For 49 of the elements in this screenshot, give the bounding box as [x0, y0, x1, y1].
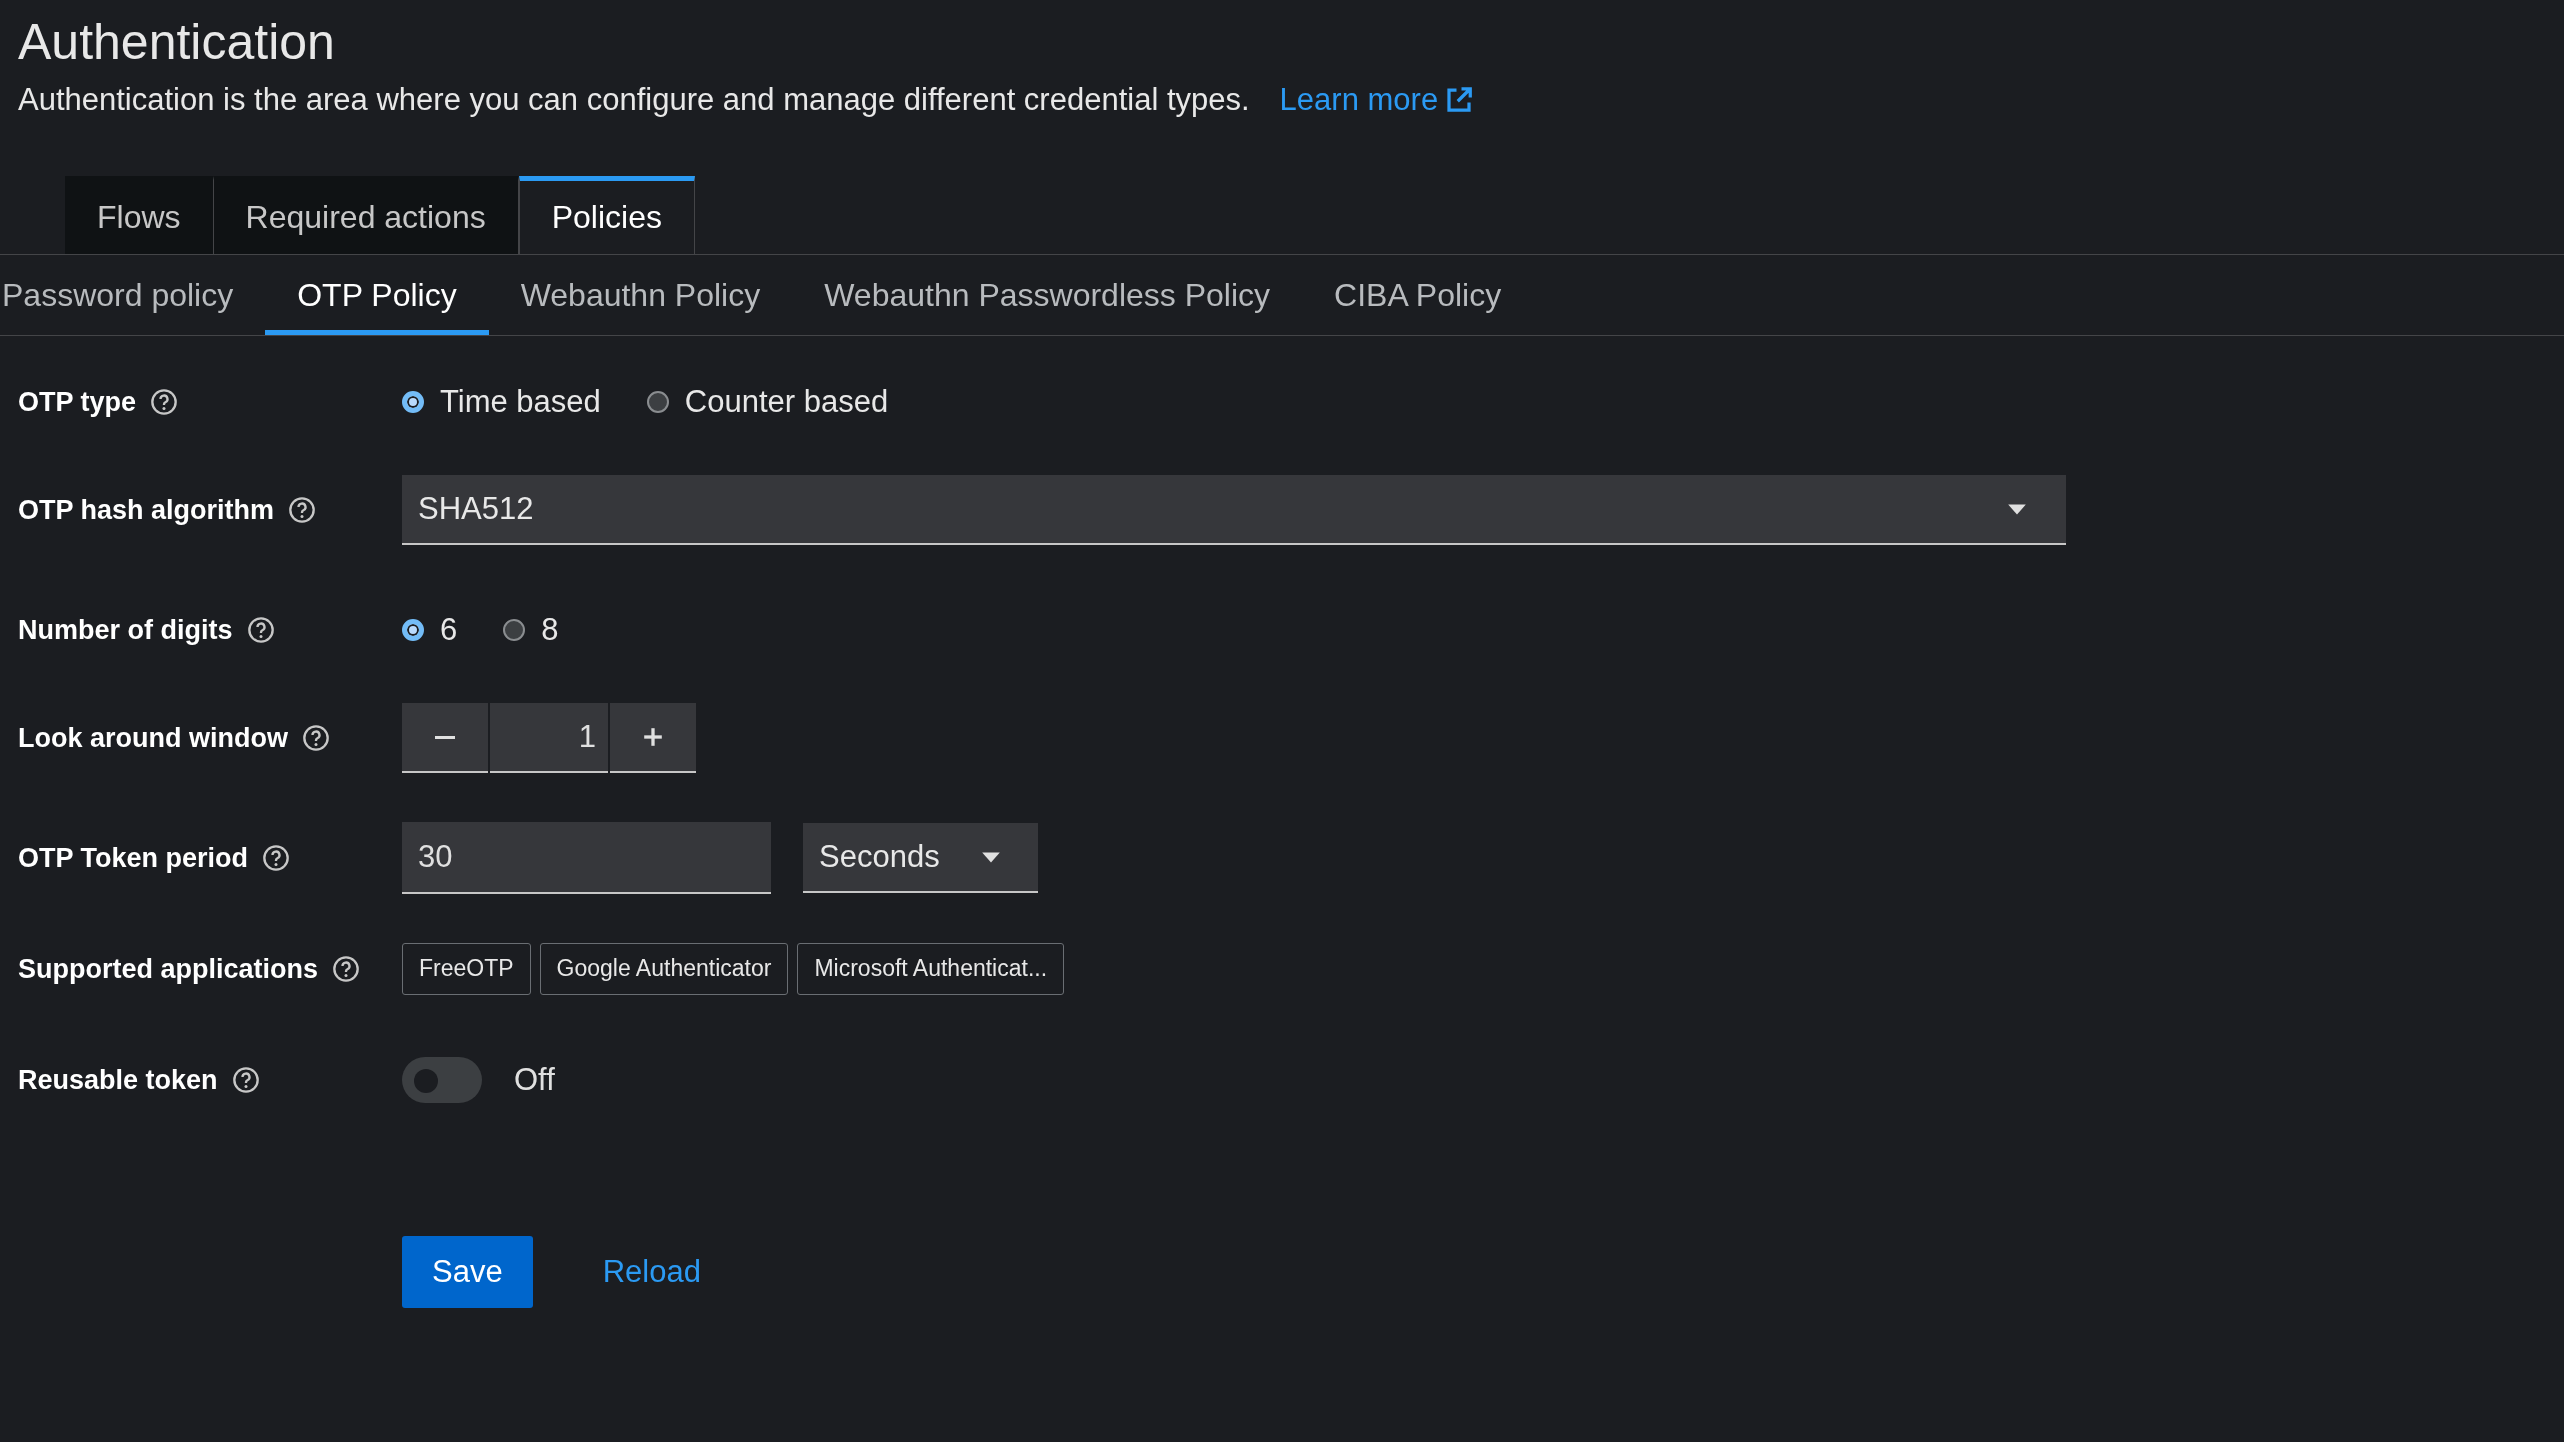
radio-label: Time based — [440, 384, 601, 420]
subtab[interactable]: OTP Policy — [265, 255, 489, 335]
toggle-switch[interactable] — [402, 1057, 482, 1103]
reload-link[interactable]: Reload — [572, 1236, 731, 1308]
radio-label: Counter based — [684, 384, 889, 420]
radio-button[interactable] — [646, 391, 669, 413]
app-chip: Google Authenticator — [539, 943, 789, 995]
field-label: OTP Token period — [18, 842, 249, 874]
subtab[interactable]: Webauthn Passwordless Policy — [792, 255, 1303, 335]
radio-button[interactable] — [503, 619, 526, 641]
field-label: Look around window — [18, 722, 288, 754]
app-chip: Microsoft Authenticat... — [797, 943, 1065, 995]
learn-more-link[interactable]: Learn more — [1279, 82, 1475, 118]
help-icon — [246, 616, 275, 644]
page-title: Authentication — [18, 13, 336, 72]
page-description: Authentication is the area where you can configure and manage different credential types. — [18, 82, 1250, 118]
help-icon — [332, 955, 361, 983]
tab[interactable]: Policies — [518, 176, 695, 254]
increment-button[interactable] — [610, 703, 696, 773]
unit-select[interactable]: Seconds — [803, 823, 1038, 893]
subtab[interactable]: Webauthn Policy — [488, 255, 793, 335]
plus-icon — [642, 726, 664, 748]
select-field[interactable]: SHA512 — [402, 475, 2066, 545]
field-label: Supported applications — [18, 953, 319, 985]
text-input[interactable]: 30 — [402, 822, 771, 894]
save-button[interactable]: Save — [402, 1236, 533, 1308]
help-icon — [231, 1066, 260, 1094]
external-link-icon — [1444, 85, 1475, 115]
number-input[interactable]: 1 — [490, 703, 608, 773]
field-label: Number of digits — [18, 614, 233, 646]
help-icon — [288, 496, 317, 524]
radio-label: 6 — [440, 612, 458, 648]
radio-button[interactable] — [402, 619, 424, 641]
tab[interactable]: Required actions — [213, 176, 519, 254]
help-icon — [302, 724, 330, 752]
help-icon — [262, 844, 291, 872]
toggle-state-label: Off — [514, 1062, 555, 1098]
radio-label: 8 — [541, 612, 559, 648]
app-chip: FreeOTP — [402, 943, 531, 995]
field-label: OTP type — [18, 386, 137, 418]
subtab[interactable]: Password policy — [0, 255, 266, 335]
subtab[interactable]: CIBA Policy — [1302, 255, 1534, 335]
radio-button[interactable] — [402, 391, 424, 413]
tab[interactable]: Flows — [65, 176, 214, 254]
decrement-button[interactable] — [402, 703, 488, 773]
minus-icon — [435, 735, 455, 739]
field-label: Reusable token — [18, 1064, 218, 1096]
field-label: OTP hash algorithm — [18, 494, 275, 526]
help-icon — [150, 388, 179, 416]
